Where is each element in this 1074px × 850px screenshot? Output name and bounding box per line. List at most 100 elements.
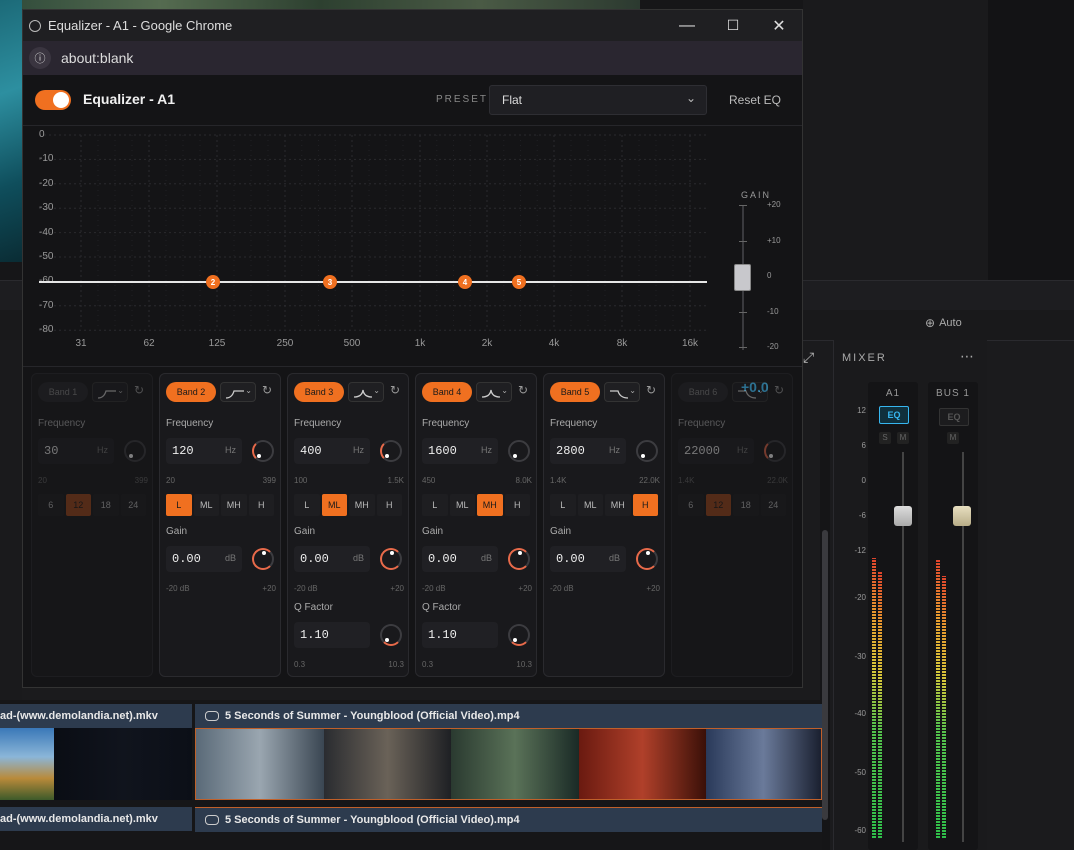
- clip-thumbnails[interactable]: [0, 728, 192, 800]
- range-option[interactable]: H: [248, 494, 274, 516]
- filter-type-select[interactable]: ⌄: [476, 382, 512, 402]
- range-option[interactable]: MH: [221, 494, 247, 516]
- gain-knob[interactable]: [252, 548, 274, 570]
- q-factor-input[interactable]: 1.10: [294, 622, 370, 648]
- reset-eq-button[interactable]: Reset EQ: [729, 93, 781, 107]
- band-node-3[interactable]: 3: [323, 275, 337, 289]
- window-titlebar[interactable]: Equalizer - A1 - Google Chrome — ☐ ✕: [23, 10, 802, 41]
- minimize-button[interactable]: —: [664, 10, 710, 41]
- frequency-knob[interactable]: [764, 440, 786, 462]
- range-option[interactable]: MH: [605, 494, 631, 516]
- slope-option[interactable]: 24: [120, 494, 146, 516]
- gain-input[interactable]: 0.00 dB: [422, 546, 498, 572]
- filter-type-select[interactable]: ⌄: [732, 382, 768, 402]
- band-enable-button[interactable]: Band 2: [166, 382, 216, 402]
- range-option[interactable]: MH: [477, 494, 503, 516]
- band-enable-button[interactable]: Band 6: [678, 382, 728, 402]
- reset-icon[interactable]: ↻: [262, 383, 272, 397]
- expand-icon[interactable]: ⤢: [803, 349, 814, 366]
- range-option[interactable]: H: [504, 494, 530, 516]
- channel-eq-button[interactable]: EQ: [879, 406, 909, 424]
- reset-icon[interactable]: ↻: [134, 383, 144, 397]
- frequency-input[interactable]: 22000 Hz: [678, 438, 754, 464]
- reset-icon[interactable]: ↻: [774, 383, 784, 397]
- range-option[interactable]: L: [166, 494, 192, 516]
- solo-button[interactable]: S: [879, 432, 891, 444]
- mute-button[interactable]: M: [897, 432, 909, 444]
- frequency-label: Frequency: [550, 418, 598, 429]
- reset-icon[interactable]: ↻: [646, 383, 656, 397]
- range-option[interactable]: ML: [449, 494, 475, 516]
- frequency-knob[interactable]: [636, 440, 658, 462]
- close-button[interactable]: ✕: [756, 10, 802, 41]
- band-enable-button[interactable]: Band 4: [422, 382, 472, 402]
- frequency-knob[interactable]: [252, 440, 274, 462]
- range-option[interactable]: L: [550, 494, 576, 516]
- range-option[interactable]: H: [632, 494, 658, 516]
- frequency-input[interactable]: 120 Hz: [166, 438, 242, 464]
- band-enable-button[interactable]: Band 1: [38, 382, 88, 402]
- gain-knob[interactable]: [380, 548, 402, 570]
- slope-option[interactable]: 12: [65, 494, 91, 516]
- volume-fader[interactable]: [953, 506, 971, 526]
- link-icon: [205, 711, 219, 721]
- toggle-knob[interactable]: [53, 92, 69, 108]
- mute-button[interactable]: M: [947, 432, 959, 444]
- filter-type-select[interactable]: ⌄: [604, 382, 640, 402]
- filter-type-select[interactable]: ⌄: [348, 382, 384, 402]
- volume-fader[interactable]: [894, 506, 912, 526]
- band-enable-button[interactable]: Band 5: [550, 382, 600, 402]
- filter-type-select[interactable]: ⌄: [220, 382, 256, 402]
- clip-header[interactable]: ad-(www.demolandia.net).mkv: [0, 807, 192, 831]
- band-node-4[interactable]: 4: [458, 275, 472, 289]
- clip-header[interactable]: 5 Seconds of Summer - Youngblood (Offici…: [195, 807, 822, 832]
- band-node-5[interactable]: 5: [512, 275, 526, 289]
- slope-option[interactable]: 6: [38, 494, 64, 516]
- slope-option[interactable]: 24: [760, 494, 786, 516]
- band-node-2[interactable]: 2: [206, 275, 220, 289]
- info-icon[interactable]: ⓘ: [29, 47, 51, 69]
- filter-type-select[interactable]: ⌄: [92, 382, 128, 402]
- range-option[interactable]: ML: [577, 494, 603, 516]
- range-option[interactable]: ML: [193, 494, 219, 516]
- q-factor-knob[interactable]: [380, 624, 402, 646]
- range-option[interactable]: H: [376, 494, 402, 516]
- reset-icon[interactable]: ↻: [518, 383, 528, 397]
- band-enable-button[interactable]: Band 3: [294, 382, 344, 402]
- slope-option[interactable]: 18: [93, 494, 119, 516]
- address-bar[interactable]: ⓘ about:blank: [23, 41, 802, 75]
- q-factor-knob[interactable]: [508, 624, 530, 646]
- q-factor-input[interactable]: 1.10: [422, 622, 498, 648]
- slope-option[interactable]: 6: [678, 494, 704, 516]
- frequency-input[interactable]: 2800 Hz: [550, 438, 626, 464]
- frequency-input[interactable]: 400 Hz: [294, 438, 370, 464]
- clip-header[interactable]: ad-(www.demolandia.net).mkv: [0, 704, 192, 728]
- range-option[interactable]: ML: [321, 494, 347, 516]
- range-option[interactable]: MH: [349, 494, 375, 516]
- frequency-knob[interactable]: [380, 440, 402, 462]
- frequency-knob[interactable]: [508, 440, 530, 462]
- clip-header[interactable]: 5 Seconds of Summer - Youngblood (Offici…: [195, 704, 822, 728]
- maximize-button[interactable]: ☐: [710, 10, 756, 41]
- auto-zoom-button[interactable]: ⊕ Auto: [925, 313, 962, 333]
- more-icon[interactable]: ⋯: [960, 348, 974, 365]
- gain-knob[interactable]: [636, 548, 658, 570]
- clip-thumbnails[interactable]: [195, 728, 822, 800]
- eq-graph[interactable]: 0-10-20-30-40-50-60-70-80 31621252505001…: [23, 125, 802, 395]
- frequency-knob[interactable]: [124, 440, 146, 462]
- gain-input[interactable]: 0.00 dB: [550, 546, 626, 572]
- gain-slider-handle[interactable]: [734, 264, 751, 291]
- gain-input[interactable]: 0.00 dB: [166, 546, 242, 572]
- preset-select[interactable]: Flat ⌄: [489, 85, 707, 115]
- reset-icon[interactable]: ↻: [390, 383, 400, 397]
- range-option[interactable]: L: [294, 494, 320, 516]
- channel-eq-button[interactable]: EQ: [939, 408, 969, 426]
- gain-knob[interactable]: [508, 548, 530, 570]
- frequency-input[interactable]: 30 Hz: [38, 438, 114, 464]
- slope-option[interactable]: 18: [733, 494, 759, 516]
- slope-option[interactable]: 12: [705, 494, 731, 516]
- scrollbar-thumb[interactable]: [822, 530, 828, 820]
- gain-input[interactable]: 0.00 dB: [294, 546, 370, 572]
- range-option[interactable]: L: [422, 494, 448, 516]
- frequency-input[interactable]: 1600 Hz: [422, 438, 498, 464]
